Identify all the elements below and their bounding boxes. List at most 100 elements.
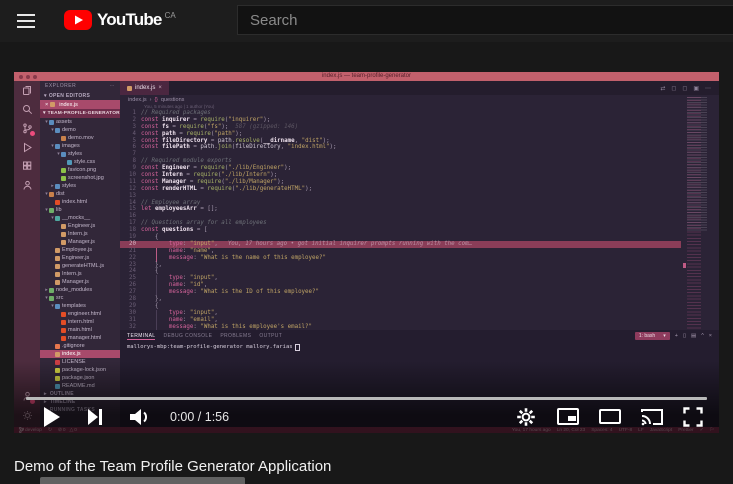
editor-action-icon: ◻ [682, 85, 688, 92]
file-icon [55, 271, 60, 277]
explorer-actions-icon: ⋯ [109, 83, 115, 89]
code-line-31: 31 name: "email", [120, 316, 681, 324]
tree-item-index.html: index.html [40, 198, 120, 206]
code-line-6: 6 const filePath = path.join(fileDirector… [132, 144, 337, 151]
breadcrumb-separator-icon: › [149, 96, 152, 103]
code-line-1: 1// Required packages [132, 110, 211, 116]
editor-action-icon: ⋯ [705, 85, 711, 92]
search-icon [14, 100, 40, 119]
vscode-titlebar: index.js — team-profile-generator [14, 72, 719, 81]
tab-indexjs: index.js × [120, 81, 169, 95]
tree-item-style.css: style.css [40, 158, 120, 166]
vscode-editor: index.js × ⇄ ◻ ◻ ▣ ⋯ index.js › {} questions… [120, 81, 719, 330]
file-icon [61, 311, 66, 317]
file-icon [61, 231, 66, 237]
youtube-page: YouTube CA index.js — team-profile-gener… [0, 0, 733, 484]
youtube-play-icon [64, 10, 92, 30]
tree-item-screenshot.jpg: screenshot.jpg [40, 174, 120, 182]
tree-item-assets: ▾ assets [45, 119, 72, 125]
code-line-11: 11 const Manager = require("./lib/Manager… [129, 178, 285, 185]
close-icon: × [45, 101, 49, 108]
search-input[interactable] [237, 5, 733, 35]
shell-selector: 1: bash ▾ [634, 332, 670, 340]
tree-item-lib: ▾ lib [45, 207, 62, 213]
file-icon [61, 223, 66, 229]
explorer-title: EXPLORER [45, 83, 77, 89]
code-line-29: 29 { [129, 302, 159, 309]
code-line-7: 7 [132, 151, 137, 158]
editor-tab-bar: index.js × ⇄ ◻ ◻ ▣ ⋯ [120, 81, 719, 95]
chevron-down-icon: ▾ [44, 92, 47, 99]
code-line-18: 18 const questions = [ [129, 227, 208, 234]
tree-item-templates: ▾ templates [51, 303, 86, 309]
code-line-2: 2 const inquirer = require("inquirer"); [132, 116, 271, 123]
menu-button[interactable] [17, 14, 35, 28]
code-line-21: 21 name: "name", [120, 247, 681, 255]
symbol-icon: {} [154, 96, 158, 103]
miniplayer-button[interactable] [557, 408, 579, 425]
tab-label: index.js [135, 85, 156, 91]
theater-mode-button[interactable] [599, 409, 621, 424]
file-icon [55, 343, 60, 349]
scm-badge [30, 131, 35, 136]
file-icon [61, 175, 66, 181]
panel-tab-output: OUTPUT [259, 332, 283, 339]
code-line-19: 19 { [129, 234, 159, 241]
maximize-panel-icon: ^ [701, 333, 704, 339]
file-tree: ▾ assets ▾ demo demo.mov ▾ images ▾ styles style.… [40, 118, 120, 390]
file-icon [61, 135, 66, 141]
file-icon [55, 215, 60, 221]
open-editors-label: OPEN EDITORS [48, 92, 91, 99]
tree-item-styles: ▾ styles [57, 151, 83, 157]
volume-button[interactable] [129, 407, 152, 427]
metadata-placeholder [40, 477, 245, 484]
extensions-icon [14, 157, 40, 176]
file-icon [55, 351, 60, 357]
chevron-down-icon: ▾ [43, 111, 46, 116]
terminal-prompt: mallorys-mbp:team-profile-generator mall… [120, 342, 719, 352]
code-line-14: 14// Employee array [129, 199, 201, 206]
video-player[interactable]: index.js — team-profile-generator EXPLOR… [14, 72, 719, 433]
settings-button[interactable] [515, 406, 537, 428]
chevron-down-icon: ▾ [663, 333, 666, 339]
editor-action-icon: ▣ [693, 85, 699, 92]
cast-button[interactable] [641, 408, 663, 426]
tree-item-.gitignore: .gitignore [40, 342, 120, 350]
tree-item-__mocks__: ▾ __mocks__ [51, 215, 91, 221]
file-icon [61, 167, 66, 173]
code-line-24: 24 { [129, 268, 159, 275]
explorer-icon [14, 81, 40, 100]
file-icon [55, 143, 60, 149]
tree-item-Manager.js: Manager.js [40, 278, 120, 286]
code-line-30: 30 type: "input", [120, 309, 681, 317]
close-panel-icon: × [708, 333, 712, 339]
play-button[interactable] [44, 406, 60, 427]
video-title: Demo of the Team Profile Generator Appli… [14, 458, 332, 475]
open-editor-item: × index.js [40, 100, 120, 109]
editor-action-icon: ◻ [671, 85, 677, 92]
youtube-logo[interactable]: YouTube CA [64, 10, 176, 30]
tree-item-Intern.js: Intern.js [40, 230, 120, 238]
tree-item-node_modules: ▸ node_modules [45, 287, 93, 293]
file-icon [49, 191, 54, 197]
minimap-change-marker [683, 263, 686, 268]
tree-item-src: ▾ src [45, 295, 64, 301]
code-line-16: 16 [129, 213, 136, 220]
tree-item-dist: ▾ dist [45, 191, 65, 197]
tree-item-manager.html: manager.html [40, 334, 120, 342]
file-icon [61, 327, 66, 333]
terminal-cursor [294, 343, 300, 351]
run-debug-icon [14, 138, 40, 157]
file-icon [49, 295, 54, 301]
tree-item-demo.mov: demo.mov [40, 134, 120, 142]
panel-tab-debug-console: DEBUG CONSOLE [163, 332, 213, 339]
code-line-8: 8// Required module exports [132, 158, 232, 165]
file-icon [55, 263, 60, 269]
player-controls: 0:00 / 1:56 [14, 400, 719, 433]
code-line-26: 26 name: "id", [120, 282, 681, 290]
next-button[interactable] [88, 408, 103, 425]
code-line-3: 3 const fs = require("fs"); 587 (gzipped:… [132, 123, 299, 130]
file-icon [49, 287, 54, 293]
file-icon [49, 207, 54, 213]
fullscreen-button[interactable] [683, 406, 703, 427]
